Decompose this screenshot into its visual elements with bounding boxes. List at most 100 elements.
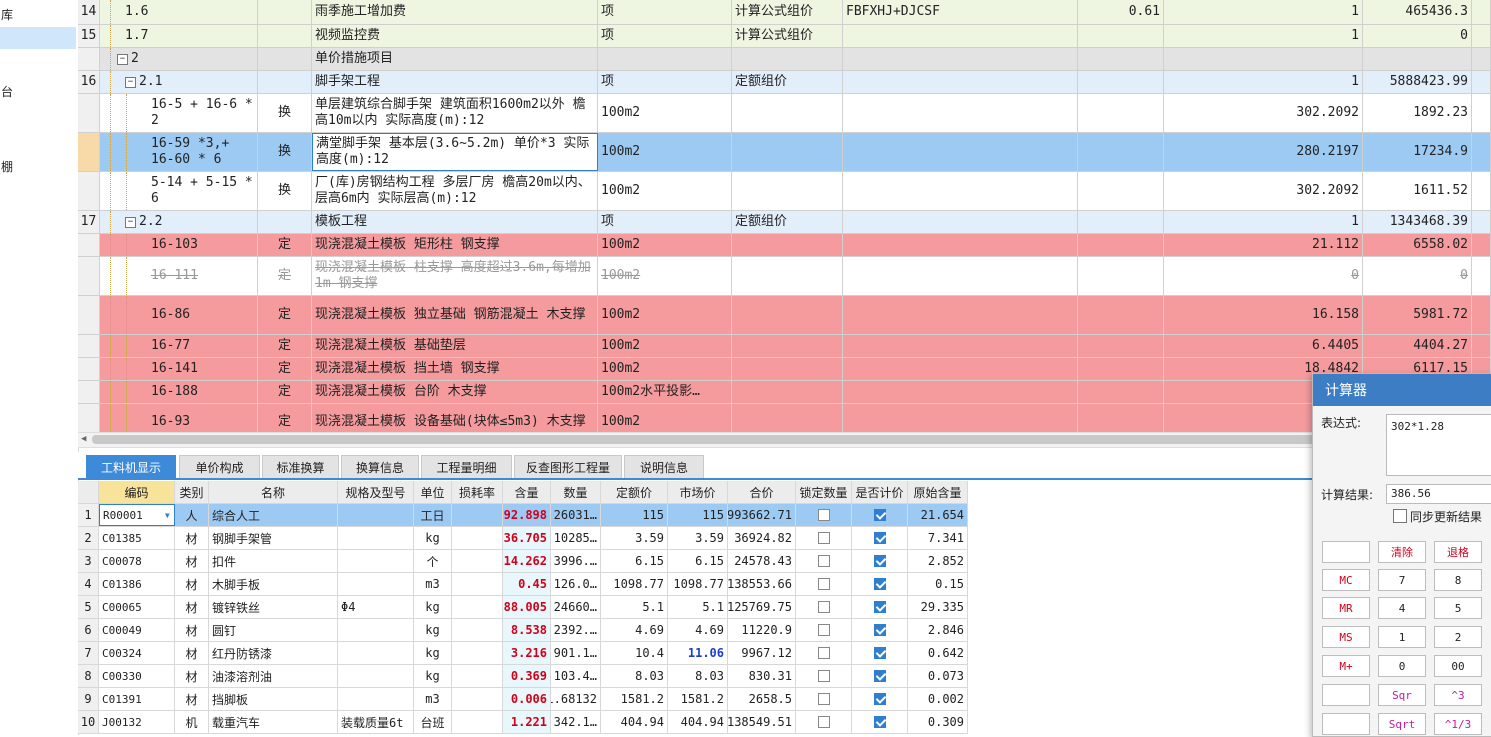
rate-value[interactable] — [1078, 234, 1164, 256]
cell-unit[interactable]: 工日 — [414, 504, 452, 526]
cell-market[interactable]: 1098.77 — [668, 573, 728, 595]
cell-name[interactable]: 挡脚板 — [209, 688, 338, 710]
cell-cat[interactable]: 人 — [175, 504, 209, 526]
pricing-method[interactable] — [732, 358, 843, 380]
check-icon[interactable] — [873, 624, 886, 636]
rate-value[interactable] — [1078, 133, 1164, 171]
is-priced-checkbox[interactable] — [852, 665, 908, 687]
cell-code[interactable]: J00132 — [99, 711, 175, 733]
extra-column[interactable] — [1472, 71, 1491, 93]
cell-spec[interactable] — [338, 527, 414, 549]
cell-loss[interactable] — [452, 573, 503, 595]
cell-market[interactable]: 3.59 — [668, 527, 728, 549]
cell-unit[interactable]: kg — [414, 665, 452, 687]
resource-row[interactable]: 7 C00324 材红丹防锈漆 kg 3.216 901.1… 10.4 11.06 9967.… — [78, 642, 968, 665]
cell-price[interactable]: 10.4 — [601, 642, 668, 664]
lock-quantity-checkbox[interactable] — [796, 550, 852, 572]
left-panel-selected-item[interactable] — [0, 27, 76, 49]
item-unit[interactable]: 100m2 — [598, 234, 732, 256]
total-value[interactable]: 1343468.39 — [1363, 211, 1472, 233]
cell-loss[interactable] — [452, 665, 503, 687]
check-icon[interactable] — [873, 578, 886, 590]
extra-column[interactable] — [1472, 94, 1491, 132]
quantity-value[interactable]: 1 — [1164, 211, 1363, 233]
cell-orig[interactable]: 0.002 — [908, 688, 968, 710]
lock-checkbox-icon[interactable] — [817, 624, 830, 636]
pricing-method[interactable]: 定额组价 — [732, 211, 843, 233]
cell-price[interactable]: 115 — [601, 504, 668, 526]
calc-formula[interactable] — [843, 172, 1078, 210]
lock-checkbox-icon[interactable] — [817, 509, 830, 521]
dropdown-arrow-icon[interactable]: ▾ — [164, 508, 171, 522]
calc-button[interactable]: M+ — [1322, 655, 1370, 677]
calc-formula[interactable] — [843, 25, 1078, 47]
cell-loss[interactable] — [452, 711, 503, 733]
cell-cat[interactable]: 材 — [175, 527, 209, 549]
check-icon[interactable] — [873, 601, 886, 613]
measure-row[interactable]: 5-14 + 5-15 * 6 换 厂(库)房钢结构工程 多层厂房 檐高20m以内、… — [78, 172, 1491, 211]
extra-column[interactable] — [1472, 133, 1491, 171]
pricing-method[interactable]: 计算公式组价 — [732, 25, 843, 47]
is-priced-checkbox[interactable] — [852, 573, 908, 595]
item-unit[interactable]: 100m2 — [598, 172, 732, 210]
measure-row[interactable]: 16-5 + 16-6 * 2 换 单层建筑综合脚手架 建筑面积1600m2以外 檐… — [78, 94, 1491, 133]
item-name[interactable]: 模板工程 — [312, 211, 598, 233]
item-type[interactable]: 换 — [258, 133, 312, 171]
rate-value[interactable] — [1078, 211, 1164, 233]
total-value[interactable]: 1611.52 — [1363, 172, 1472, 210]
cell-market[interactable]: 115 — [668, 504, 728, 526]
lock-checkbox-icon[interactable] — [817, 601, 830, 613]
quantity-value[interactable]: 21.112 — [1164, 234, 1363, 256]
item-type[interactable]: 定 — [258, 404, 312, 432]
calc-formula[interactable] — [843, 381, 1078, 403]
measure-row[interactable]: 14 1.6 雨季施工增加费 项 计算公式组价 FBFXHJ+DJCSF 0.61 1 4654… — [78, 0, 1491, 25]
cell-unit[interactable]: m3 — [414, 688, 452, 710]
check-icon[interactable] — [873, 670, 886, 682]
measure-row[interactable]: 16-188 定 现浇混凝土模板 台阶 木支撑 100m2水平投影… — [78, 381, 1491, 404]
cell-code[interactable]: R00001 ▾ — [99, 504, 175, 526]
cell-price[interactable]: 1581.2 — [601, 688, 668, 710]
measure-row[interactable]: 15 1.7 视频监控费 项 计算公式组价 1 0 — [78, 25, 1491, 48]
cell-content[interactable]: 88.005 — [503, 596, 551, 618]
cell-loss[interactable] — [452, 642, 503, 664]
column-header[interactable]: 原始含量 — [908, 481, 968, 503]
calc-button[interactable]: MS — [1322, 626, 1370, 648]
cell-name[interactable]: 红丹防锈漆 — [209, 642, 338, 664]
tab-detail-6[interactable]: 说明信息 — [624, 455, 704, 478]
lock-checkbox-icon[interactable] — [817, 578, 830, 590]
measure-row[interactable]: 16-77 定 现浇混凝土模板 基础垫层 100m2 6.4405 4404.27 — [78, 335, 1491, 358]
cell-loss[interactable] — [452, 550, 503, 572]
cell-spec[interactable] — [338, 550, 414, 572]
rate-value[interactable] — [1078, 358, 1164, 380]
cell-orig[interactable]: 7.341 — [908, 527, 968, 549]
pricing-method[interactable] — [732, 172, 843, 210]
item-code[interactable]: −2 — [100, 48, 258, 70]
total-value[interactable]: 6558.02 — [1363, 234, 1472, 256]
resource-row[interactable]: 6 C00049 材圆钉 kg 8.538 2392.… 4.69 4.69 11220.9 2.… — [78, 619, 968, 642]
calc-formula[interactable] — [843, 296, 1078, 334]
cell-total[interactable]: 9967.12 — [728, 642, 796, 664]
cell-name[interactable]: 镀锌铁丝 — [209, 596, 338, 618]
cell-cat[interactable]: 机 — [175, 711, 209, 733]
sync-result-checkbox[interactable] — [1393, 509, 1407, 523]
pricing-method[interactable] — [732, 335, 843, 357]
is-priced-checkbox[interactable] — [852, 596, 908, 618]
rate-value[interactable] — [1078, 404, 1164, 432]
calc-button[interactable]: ^1/3 — [1434, 713, 1482, 735]
column-header[interactable]: 数量 — [551, 481, 601, 503]
cell-unit[interactable]: 个 — [414, 550, 452, 572]
cell-name[interactable]: 扣件 — [209, 550, 338, 572]
cell-name[interactable]: 钢脚手架管 — [209, 527, 338, 549]
item-unit[interactable]: 项 — [598, 0, 732, 24]
calc-button[interactable]: 00 — [1434, 655, 1482, 677]
rate-value[interactable] — [1078, 172, 1164, 210]
lock-quantity-checkbox[interactable] — [796, 665, 852, 687]
measure-row[interactable]: 16-86 定 现浇混凝土模板 独立基础 钢筋混凝土 木支撑 100m2 16.158 5… — [78, 296, 1491, 335]
item-code[interactable]: 1.7 — [100, 25, 258, 47]
item-name[interactable]: 现浇混凝土模板 柱支撑 高度超过3.6m,每增加1m 钢支撑 — [312, 257, 598, 295]
cell-price[interactable]: 5.1 — [601, 596, 668, 618]
item-unit[interactable]: 100m2 — [598, 358, 732, 380]
is-priced-checkbox[interactable] — [852, 504, 908, 526]
pricing-method[interactable] — [732, 404, 843, 432]
item-code[interactable]: 16-103 — [100, 234, 258, 256]
